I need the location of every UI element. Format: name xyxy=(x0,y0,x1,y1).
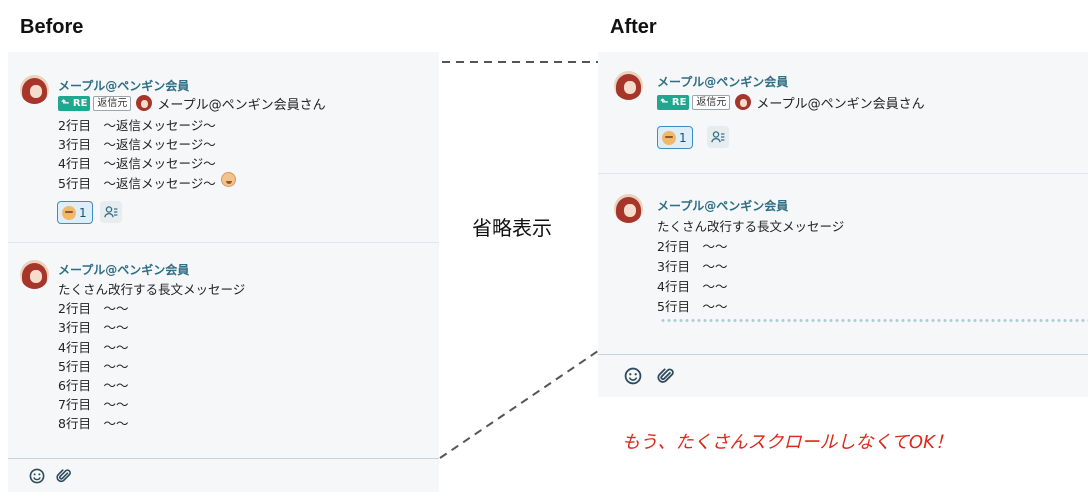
connector-bottom xyxy=(439,350,599,459)
collapsed-display-label: 省略表示 xyxy=(472,216,552,240)
caption-text: もう、たくさんスクロールしなくてOK！ xyxy=(622,432,953,453)
connector-lines xyxy=(439,61,599,459)
